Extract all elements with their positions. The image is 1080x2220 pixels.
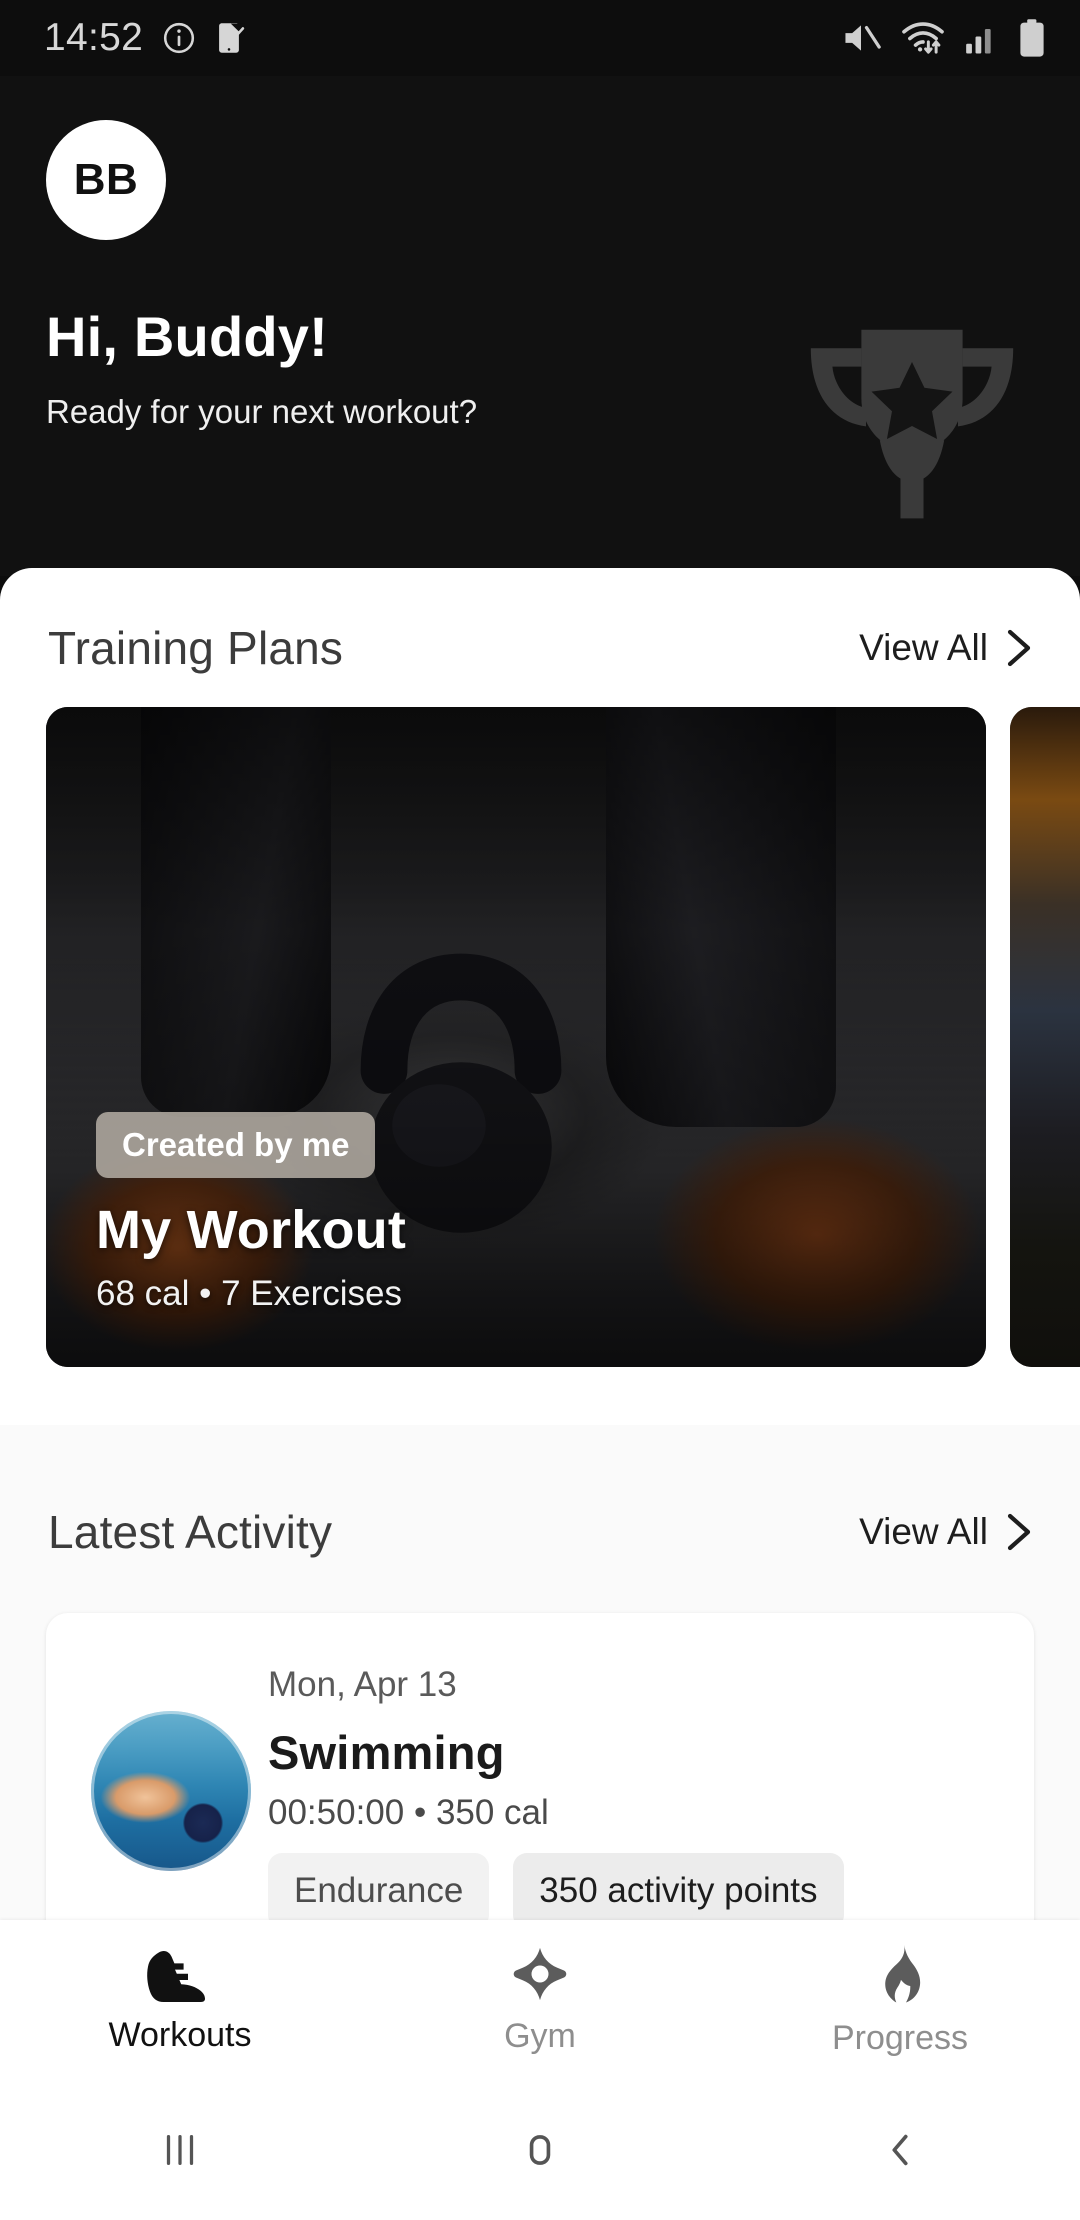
tab-gym[interactable]: Gym (360, 1945, 720, 2056)
signal-icon (966, 29, 991, 54)
tab-label-workouts: Workouts (108, 2015, 252, 2054)
shoe-icon (147, 1950, 205, 2002)
plan-card-scrim (46, 707, 986, 1367)
tab-workouts[interactable]: Workouts (0, 1946, 360, 2055)
info-circle-icon (164, 22, 195, 54)
avatar-initials: BB (73, 155, 139, 204)
latest-activity-header: Latest Activity View All (0, 1505, 1080, 1559)
activity-chip-type: Endurance (268, 1853, 490, 1929)
bottom-tab-bar: Workouts Gym Progress (0, 1920, 1080, 2080)
page-title: Hi, Buddy! (46, 305, 328, 368)
latest-activity-view-all[interactable]: View All (859, 1511, 1032, 1553)
avatar[interactable]: BB (46, 120, 166, 240)
plan-card-badge: Created by me (96, 1112, 376, 1178)
activity-date: Mon, Apr 13 (268, 1665, 457, 1704)
home-icon (529, 2135, 551, 2165)
back-icon (892, 2134, 908, 2166)
android-nav-bar (0, 2080, 1080, 2220)
mute-icon (845, 25, 881, 51)
chevron-right-icon (1007, 629, 1031, 667)
latest-activity-title: Latest Activity (48, 1506, 333, 1558)
training-plan-card-next[interactable] (1010, 707, 1080, 1367)
battery-icon (1020, 19, 1044, 57)
status-bar-clock: 14:52 (44, 16, 144, 59)
tab-label-gym: Gym (504, 2016, 576, 2055)
plan-card-image-next (1010, 707, 1080, 1367)
activity-chip-points: 350 activity points (513, 1853, 844, 1929)
tab-label-progress: Progress (831, 2018, 969, 2057)
app-header: BB Hi, Buddy! Ready for your next workou… (0, 76, 1080, 576)
status-bar-right (840, 18, 1046, 58)
recents-icon (166, 2134, 194, 2166)
status-bar: 14:52 (0, 0, 1080, 76)
gym-diamond-icon (513, 1947, 567, 2000)
trophy-icon (810, 329, 1014, 519)
activity-thumbnail (91, 1711, 251, 1871)
page-subtitle: Ready for your next workout? (46, 393, 478, 430)
activity-name: Swimming (268, 1726, 505, 1779)
plan-card-title: My Workout (96, 1200, 406, 1260)
nav-recents-button[interactable] (0, 2127, 360, 2173)
status-bar-left: 14:52 (44, 16, 249, 60)
training-plans-title: Training Plans (48, 622, 344, 674)
training-plans-view-all[interactable]: View All (859, 627, 1032, 669)
chevron-right-icon (1007, 1513, 1031, 1551)
view-all-label: View All (859, 1511, 988, 1552)
training-plans-carousel[interactable]: Created by me My Workout 68 cal • 7 Exer… (0, 707, 1080, 1367)
phone-check-icon (219, 23, 246, 53)
tab-progress[interactable]: Progress (720, 1943, 1080, 2058)
plan-card-meta: 68 cal • 7 Exercises (96, 1274, 402, 1313)
training-plans-header: Training Plans View All (0, 621, 1080, 675)
training-plan-card[interactable]: Created by me My Workout 68 cal • 7 Exer… (46, 707, 986, 1367)
flame-icon (885, 1944, 921, 2002)
activity-meta: 00:50:00 • 350 cal (268, 1793, 549, 1832)
nav-home-button[interactable] (360, 2127, 720, 2173)
activity-chips: Endurance 350 activity points (268, 1853, 844, 1929)
view-all-label: View All (859, 627, 988, 668)
wifi-icon (902, 22, 944, 54)
nav-back-button[interactable] (720, 2127, 1080, 2173)
